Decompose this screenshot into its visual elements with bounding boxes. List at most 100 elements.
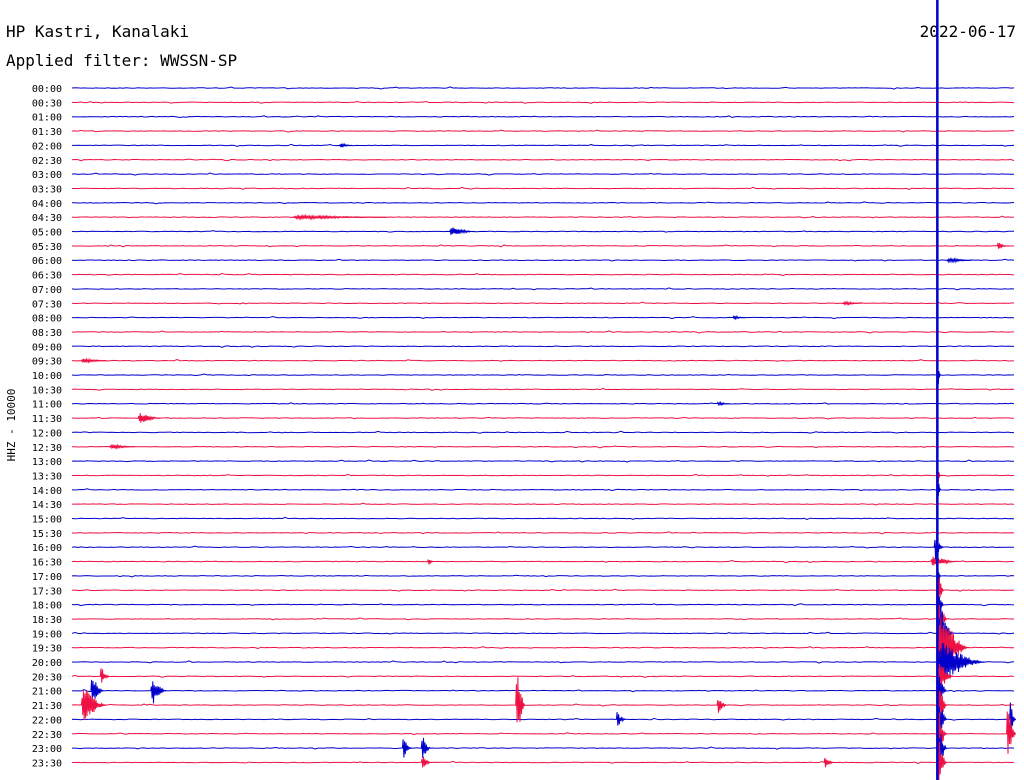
trace-line	[71, 402, 1015, 405]
event-burst	[933, 539, 944, 561]
row-label: 01:30	[32, 127, 62, 138]
event-burst	[732, 315, 746, 321]
row-label: 09:30	[32, 357, 62, 368]
row-label: 13:00	[32, 457, 62, 468]
row-label: 01:00	[32, 113, 62, 124]
trace-line	[71, 646, 1015, 650]
trace-line	[71, 230, 1015, 233]
row-label: 02:00	[32, 141, 62, 152]
trace-line	[71, 129, 1015, 133]
trace-line	[71, 158, 1015, 162]
row-label: 11:30	[32, 414, 62, 425]
event-burst	[946, 257, 972, 264]
row-label: 16:00	[32, 543, 62, 554]
trace-line	[71, 732, 1015, 736]
event-burst	[291, 213, 387, 221]
row-label: 22:30	[32, 730, 62, 741]
event-burst	[842, 300, 862, 307]
event-burst	[716, 400, 730, 407]
trace-line	[71, 172, 1014, 176]
event-burst	[996, 241, 1007, 249]
trace-line	[71, 201, 1015, 205]
trace-rows: 00:00 00:30 01:00 01:30 02:00 02:30 03:00 03:30…	[32, 84, 1015, 769]
row-label: 15:00	[32, 515, 62, 526]
row-label: 19:00	[32, 629, 62, 640]
trace-line	[71, 387, 1015, 391]
trace-line	[71, 258, 1015, 262]
trace-line	[71, 473, 1015, 477]
trace-line	[71, 631, 1015, 635]
row-label: 23:00	[32, 744, 62, 755]
event-burst	[930, 556, 957, 566]
trace-line	[71, 516, 1015, 520]
row-label: 06:00	[32, 256, 62, 267]
trace-line	[71, 459, 1015, 463]
trace-line	[71, 717, 1015, 721]
event-burst	[80, 357, 107, 364]
row-label: 04:30	[32, 213, 62, 224]
row-label: 09:00	[32, 342, 62, 353]
row-label: 13:30	[32, 471, 62, 482]
event-burst	[823, 758, 834, 768]
trace-line	[71, 760, 1015, 764]
row-label: 08:00	[32, 314, 62, 325]
trace-line	[71, 588, 1015, 592]
event-burst	[401, 739, 412, 758]
helicorder-chart: HP Kastri, Kanalaki Applied filter: WWSS…	[5, 0, 1017, 780]
trace-line	[71, 345, 1015, 348]
trace-line	[71, 86, 1015, 90]
event-burst	[716, 700, 727, 713]
trace-line	[71, 115, 1015, 119]
row-label: 20:30	[32, 672, 62, 683]
filter-label: Applied filter: WWSSN-SP	[6, 51, 237, 70]
event-burst	[515, 677, 526, 723]
event-burst	[90, 679, 104, 701]
row-label: 03:30	[32, 184, 62, 195]
row-label: 07:00	[32, 285, 62, 296]
row-label: 00:30	[32, 98, 62, 109]
channel-label: HHZ - 10000	[5, 389, 18, 462]
row-label: 08:30	[32, 328, 62, 339]
trace-line	[71, 143, 1015, 147]
row-label: 03:00	[32, 170, 62, 181]
trace-line	[71, 488, 1015, 492]
row-label: 19:30	[32, 644, 62, 655]
trace-line	[71, 559, 1015, 564]
trace-line	[72, 445, 1015, 449]
trace-line	[71, 287, 1015, 291]
row-label: 10:30	[32, 385, 62, 396]
trace-line	[71, 603, 1015, 607]
row-label: 10:00	[32, 371, 62, 382]
row-label: 14:00	[32, 486, 62, 497]
row-label: 16:30	[32, 558, 62, 569]
row-label: 11:00	[32, 400, 62, 411]
trace-line	[71, 100, 1015, 104]
row-label: 17:00	[32, 572, 62, 583]
event-burst	[99, 668, 110, 683]
event-burst	[339, 142, 353, 148]
trace-line	[71, 316, 1015, 320]
trace-line	[71, 674, 1015, 678]
event-burst	[420, 737, 431, 759]
trace-line	[71, 617, 1015, 621]
event-burst	[109, 443, 135, 450]
row-label: 17:30	[32, 586, 62, 597]
row-label: 07:30	[32, 299, 62, 310]
trace-line	[71, 186, 1015, 190]
event-burst	[150, 681, 167, 704]
row-label: 23:30	[32, 758, 62, 769]
row-label: 18:30	[32, 615, 62, 626]
row-label: 05:00	[32, 228, 62, 239]
trace-line	[71, 330, 1015, 334]
trace-line	[71, 502, 1015, 506]
event-bursts	[80, 142, 1017, 780]
row-label: 18:00	[32, 601, 62, 612]
station-title: HP Kastri, Kanalaki	[6, 22, 189, 41]
row-label: 06:30	[32, 271, 62, 282]
trace-line	[71, 272, 1015, 277]
event-burst	[449, 227, 475, 235]
row-label: 00:00	[32, 84, 62, 95]
row-label: 21:30	[32, 701, 62, 712]
row-label: 22:00	[32, 715, 62, 726]
row-label: 14:30	[32, 500, 62, 511]
